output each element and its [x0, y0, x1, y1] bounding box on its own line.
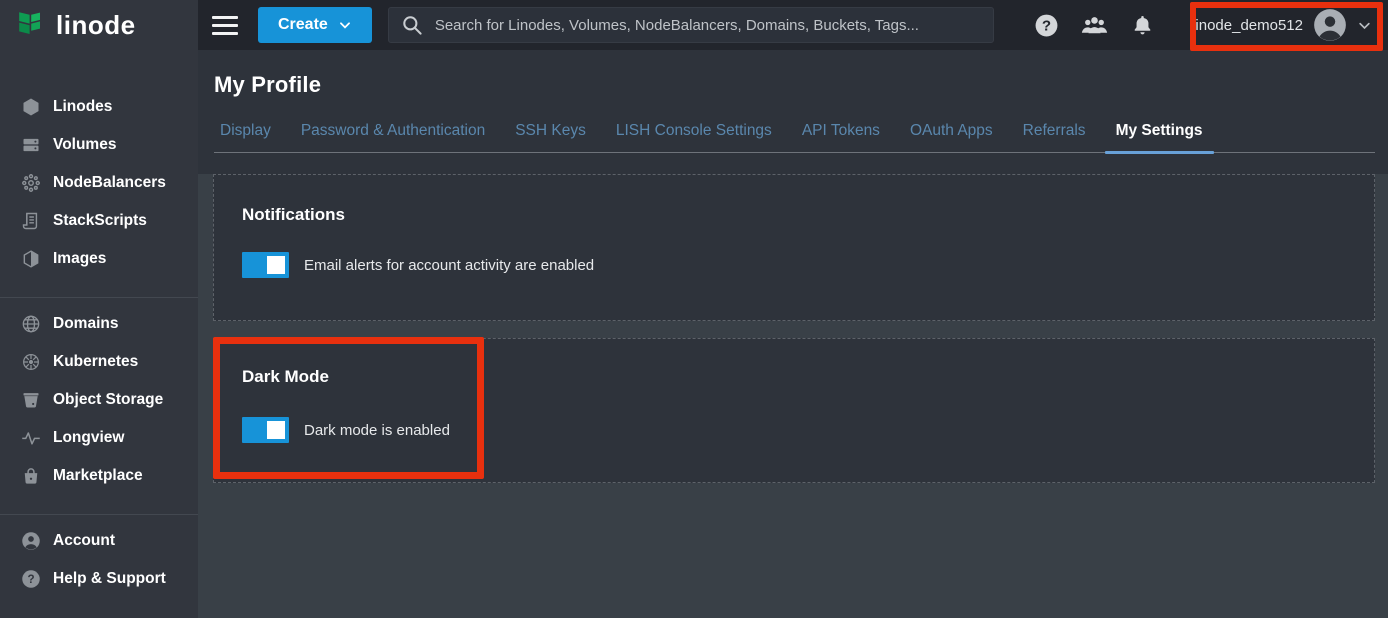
notifications-heading: Notifications: [242, 205, 1346, 225]
sidebar-item-volumes[interactable]: Volumes: [0, 126, 198, 164]
sidebar-item-kubernetes[interactable]: Kubernetes: [0, 343, 198, 381]
sidebar-item-domains[interactable]: Domains: [0, 305, 198, 343]
hexagon-icon: [20, 97, 41, 118]
search-icon: [401, 14, 423, 36]
profile-tabs: Display Password & Authentication SSH Ke…: [214, 112, 1375, 153]
dark-mode-toggle-label: Dark mode is enabled: [304, 422, 450, 439]
search-input[interactable]: [435, 17, 981, 34]
global-search[interactable]: [388, 7, 994, 43]
bucket-icon: [20, 390, 41, 411]
avatar-person-icon: [1313, 8, 1347, 42]
dark-mode-heading: Dark Mode: [242, 367, 1346, 387]
shopping-bag-icon: [20, 466, 41, 487]
community-icon[interactable]: [1079, 10, 1109, 40]
profile-header: My Profile Display Password & Authentica…: [198, 50, 1388, 174]
tab-ssh-keys[interactable]: SSH Keys: [500, 112, 601, 152]
person-circle-icon: [20, 531, 41, 552]
tab-api-tokens[interactable]: API Tokens: [787, 112, 895, 152]
sidebar-item-account[interactable]: Account: [0, 522, 198, 560]
tab-display[interactable]: Display: [214, 112, 286, 152]
script-scroll-icon: [20, 211, 41, 232]
sidebar-item-longview[interactable]: Longview: [0, 419, 198, 457]
svg-text:?: ?: [27, 573, 34, 586]
node-cluster-icon: [20, 173, 41, 194]
toggle-knob: [267, 256, 285, 274]
toggle-knob: [267, 421, 285, 439]
sidebar: Linodes Volumes NodeBalancers StackScrip…: [0, 50, 198, 618]
question-circle-icon: ?: [20, 569, 41, 590]
tab-my-settings[interactable]: My Settings: [1101, 112, 1218, 152]
tab-lish-console-settings[interactable]: LISH Console Settings: [601, 112, 787, 152]
notifications-section: Notifications Email alerts for account a…: [213, 174, 1375, 321]
globe-icon: [20, 314, 41, 335]
page-title: My Profile: [214, 72, 1388, 98]
user-menu[interactable]: linode_demo512: [1182, 0, 1376, 50]
sidebar-item-marketplace[interactable]: Marketplace: [0, 457, 198, 495]
topbar: linode Create: [0, 0, 1388, 50]
svg-text:?: ?: [1041, 17, 1050, 34]
tab-referrals[interactable]: Referrals: [1008, 112, 1101, 152]
tab-oauth-apps[interactable]: OAuth Apps: [895, 112, 1008, 152]
bell-icon[interactable]: [1127, 10, 1157, 40]
sidebar-item-stackscripts[interactable]: StackScripts: [0, 202, 198, 240]
help-circle-icon[interactable]: ?: [1031, 10, 1061, 40]
sidebar-item-object-storage[interactable]: Object Storage: [0, 381, 198, 419]
email-alerts-toggle-label: Email alerts for account activity are en…: [304, 257, 594, 274]
chevron-down-icon: [1357, 18, 1372, 33]
sidebar-item-nodebalancers[interactable]: NodeBalancers: [0, 164, 198, 202]
section-gap: [198, 321, 1388, 338]
create-button[interactable]: Create: [258, 7, 372, 43]
chevron-down-icon: [338, 18, 352, 32]
storage-drives-icon: [20, 135, 41, 156]
dark-mode-section: Dark Mode Dark mode is enabled: [213, 338, 1375, 483]
main-content: My Profile Display Password & Authentica…: [198, 50, 1388, 618]
username: linode_demo512: [1192, 17, 1303, 34]
linode-logo[interactable]: linode: [0, 0, 198, 50]
image-hexagon-icon: [20, 249, 41, 270]
helm-wheel-icon: [20, 352, 41, 373]
sidebar-item-images[interactable]: Images: [0, 240, 198, 278]
email-alerts-toggle[interactable]: [242, 252, 289, 278]
tab-password-authentication[interactable]: Password & Authentication: [286, 112, 500, 152]
sidebar-item-linodes[interactable]: Linodes: [0, 88, 198, 126]
hamburger-menu-icon[interactable]: [212, 8, 246, 42]
logo-wordmark: linode: [56, 10, 136, 41]
dark-mode-toggle[interactable]: [242, 417, 289, 443]
linode-logo-icon: [16, 7, 48, 43]
pulse-icon: [20, 428, 41, 449]
sidebar-item-help-support[interactable]: ? Help & Support: [0, 560, 198, 598]
